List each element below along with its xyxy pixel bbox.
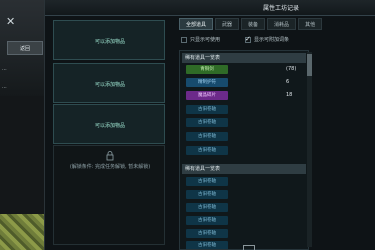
tab-consumable[interactable]: 消耗品 bbox=[267, 18, 297, 30]
item-name: 古旧卷轴 bbox=[186, 118, 228, 127]
window-titlebar: 属性工坊记录 bbox=[45, 0, 375, 16]
item-name: 魔晶碎片 bbox=[186, 91, 228, 100]
item-name: 古旧卷轴 bbox=[186, 146, 228, 155]
filter-option-label: 只显示可使用 bbox=[190, 37, 221, 43]
dark-floor-texture bbox=[0, 96, 44, 214]
item-slot-label: 可以添加物品 bbox=[94, 82, 125, 88]
window-title: 属性工坊记录 bbox=[262, 5, 299, 12]
tab-equipment[interactable]: 装备 bbox=[241, 18, 266, 30]
game-scene-strip bbox=[0, 0, 44, 250]
lock-icon bbox=[106, 151, 114, 161]
list-item[interactable]: 古旧卷轴 bbox=[184, 177, 304, 186]
locked-slot: (解锁条件: 完成任务解锁, 暂未解锁) bbox=[53, 145, 165, 245]
bottom-toggle-box[interactable] bbox=[243, 245, 255, 250]
checkbox-usable[interactable] bbox=[181, 36, 187, 43]
list-item[interactable]: 古旧卷轴 bbox=[184, 190, 304, 199]
list-item[interactable]: 古旧卷轴 bbox=[184, 216, 304, 225]
item-name: 古旧卷轴 bbox=[186, 203, 228, 212]
tab-weapon[interactable]: 武器 bbox=[215, 18, 240, 30]
list-item[interactable]: 古旧卷轴 bbox=[184, 229, 304, 238]
filter-option-label: 显示可附加词条 bbox=[254, 37, 290, 43]
item-name: 古旧卷轴 bbox=[186, 229, 228, 238]
close-icon[interactable]: ✕ bbox=[6, 16, 18, 28]
item-slot-2[interactable]: 可以添加物品 bbox=[53, 63, 165, 103]
item-count: 18 bbox=[286, 92, 293, 98]
side-back-button[interactable]: 返回 bbox=[7, 41, 43, 55]
list-item[interactable]: 古旧卷轴 bbox=[184, 132, 304, 141]
tab-all[interactable]: 全部道具 bbox=[179, 18, 214, 30]
item-name: 古旧卷轴 bbox=[186, 177, 228, 186]
list-item[interactable]: 古旧卷轴 bbox=[184, 203, 304, 212]
item-slot-label: 可以添加物品 bbox=[94, 123, 125, 129]
item-count: 6 bbox=[286, 79, 290, 85]
side-caption-2: ... bbox=[2, 84, 7, 90]
item-name: 古旧卷轴 bbox=[186, 190, 228, 199]
item-slot-1[interactable]: 可以添加物品 bbox=[53, 20, 165, 60]
list-item[interactable]: 魔晶碎片 18 bbox=[184, 91, 304, 100]
item-name: 精制护符 bbox=[186, 78, 228, 87]
list-item[interactable]: 青铜剑 (78) bbox=[184, 65, 304, 74]
list-item[interactable]: 精制护符 6 bbox=[184, 78, 304, 87]
list-item[interactable]: 古旧卷轴 bbox=[184, 105, 304, 114]
filter-option-affix[interactable]: 显示可附加词条 bbox=[245, 35, 290, 43]
item-name: 古旧卷轴 bbox=[186, 241, 228, 249]
item-name: 古旧卷轴 bbox=[186, 132, 228, 141]
item-list: 稀有道具一览表 青铜剑 (78) 精制护符 6 魔晶碎片 18 古旧卷轴 古旧卷… bbox=[179, 50, 309, 250]
item-slot-label: 可以添加物品 bbox=[94, 39, 125, 45]
list-scrollbar[interactable] bbox=[307, 52, 312, 247]
tab-other[interactable]: 其他 bbox=[298, 18, 323, 30]
item-name: 古旧卷轴 bbox=[186, 105, 228, 114]
filter-option-usable[interactable]: 只显示可使用 bbox=[181, 36, 220, 43]
checkbox-affix[interactable] bbox=[245, 35, 251, 43]
crafting-window: 属性工坊记录 可以添加物品 可以添加物品 可以添加物品 (解锁条件: 完成任务解… bbox=[44, 0, 375, 250]
category-tabs: 全部道具 武器 装备 消耗品 其他 bbox=[179, 18, 323, 30]
grass-texture bbox=[0, 214, 44, 250]
list-item[interactable]: 古旧卷轴 bbox=[184, 118, 304, 127]
section-header: 稀有道具一览表 bbox=[182, 53, 306, 63]
item-name: 古旧卷轴 bbox=[186, 216, 228, 225]
item-count: (78) bbox=[286, 66, 297, 72]
item-slot-3[interactable]: 可以添加物品 bbox=[53, 104, 165, 144]
locked-slot-text: (解锁条件: 完成任务解锁, 暂未解锁) bbox=[69, 164, 151, 170]
section-header: 稀有道具一览表 bbox=[182, 164, 306, 174]
side-caption-1: ... bbox=[2, 66, 7, 72]
item-name: 青铜剑 bbox=[186, 65, 228, 74]
scrollbar-thumb[interactable] bbox=[307, 54, 312, 76]
list-item[interactable]: 古旧卷轴 bbox=[184, 146, 304, 155]
